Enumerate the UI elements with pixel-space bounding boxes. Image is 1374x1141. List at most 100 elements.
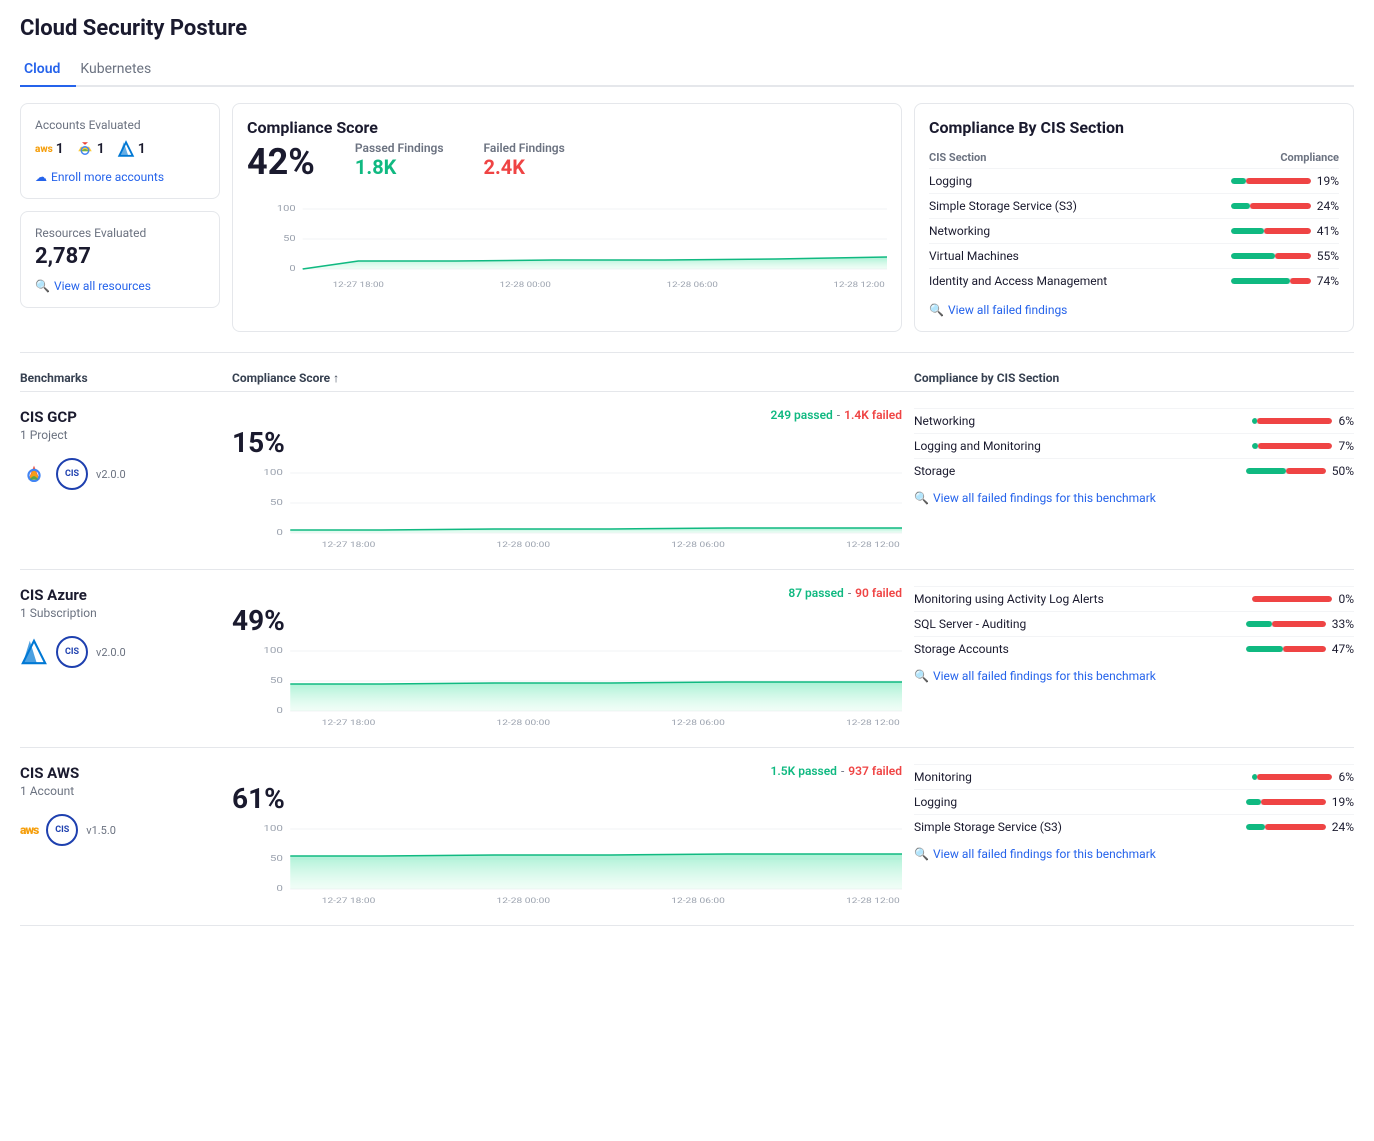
bench-progress-cell: 6% — [1151, 414, 1354, 428]
progress-red-fill — [1261, 799, 1326, 805]
bench-cis-percent: 7% — [1338, 439, 1354, 453]
resources-card: Resources Evaluated 2,787 🔍 View all res… — [20, 211, 220, 308]
accounts-row: aws 1 1 — [35, 140, 205, 158]
bench-cis-table: Monitoring using Activity Log Alerts 0% … — [914, 586, 1354, 661]
svg-text:12-28 06:00: 12-28 06:00 — [671, 719, 725, 727]
bench-view-icon: 🔍 — [914, 847, 929, 861]
bench-cis-row-name: SQL Server - Auditing — [914, 612, 1194, 637]
cis-progress-bar — [1231, 178, 1311, 184]
bench-view-link[interactable]: 🔍 View all failed findings for this benc… — [914, 847, 1354, 861]
svg-text:0: 0 — [289, 264, 295, 273]
tab-kubernetes[interactable]: Kubernetes — [76, 53, 167, 87]
bench-chart: 100 50 0 12-27 18:00 12-28 00:00 12-28 0… — [232, 641, 902, 731]
view-failed-icon: 🔍 — [929, 303, 944, 317]
cis-badge: CIS — [56, 636, 88, 668]
benchmark-row: CIS Azure 1 Subscription CIS v2.0.0 87 p… — [20, 570, 1354, 748]
cis-progress-cell: 19% — [1184, 174, 1339, 188]
cis-percent-label: 55% — [1317, 249, 1339, 263]
bench-progress-bar — [1246, 468, 1326, 474]
progress-green-fill — [1246, 468, 1286, 474]
progress-green-fill — [1246, 646, 1284, 652]
svg-text:100: 100 — [263, 825, 283, 834]
progress-red-fill — [1272, 621, 1326, 627]
svg-text:12-27 18:00: 12-27 18:00 — [322, 719, 376, 727]
bench-view-label: View all failed findings for this benchm… — [933, 669, 1156, 683]
bench-view-link[interactable]: 🔍 View all failed findings for this benc… — [914, 491, 1354, 505]
svg-text:0: 0 — [276, 707, 283, 716]
bench-passed: 87 passed — [788, 586, 843, 600]
bench-name: CIS Azure — [20, 586, 220, 604]
view-resources-label: View all resources — [54, 279, 151, 293]
bench-cis-row-name: Monitoring — [914, 765, 1168, 790]
bench-version: v2.0.0 — [96, 468, 126, 481]
bench-icons: CIS v2.0.0 — [20, 636, 220, 668]
enroll-link-label: Enroll more accounts — [51, 170, 164, 184]
bench-version: v2.0.0 — [96, 646, 126, 659]
accounts-card: Accounts Evaluated aws 1 — [20, 103, 220, 199]
svg-text:12-28 06:00: 12-28 06:00 — [667, 281, 718, 289]
gcp-count: 1 — [97, 141, 105, 157]
view-all-failed-link[interactable]: 🔍 View all failed findings — [929, 303, 1339, 317]
tab-cloud[interactable]: Cloud — [20, 53, 76, 87]
progress-green-fill — [1246, 799, 1261, 805]
view-failed-label: View all failed findings — [948, 303, 1067, 317]
table-row: Simple Storage Service (S3) 24% — [929, 194, 1339, 219]
resources-label: Resources Evaluated — [35, 226, 205, 240]
bench-cis-percent: 6% — [1338, 414, 1354, 428]
enroll-icon: ☁ — [35, 170, 47, 184]
top-cards-row: Accounts Evaluated aws 1 — [20, 103, 1354, 332]
view-all-resources-link[interactable]: 🔍 View all resources — [35, 279, 205, 293]
svg-text:12-28 12:00: 12-28 12:00 — [834, 281, 885, 289]
svg-text:50: 50 — [270, 499, 284, 508]
bench-progress-cell: 19% — [1168, 795, 1354, 809]
bench-view-link[interactable]: 🔍 View all failed findings for this benc… — [914, 669, 1354, 683]
progress-red-fill — [1257, 418, 1332, 424]
bench-icons: aws CIS v1.5.0 — [20, 814, 220, 846]
azure-icon — [117, 140, 135, 158]
cis-col-section: CIS Section — [929, 147, 1184, 169]
bench-middle: 249 passed - 1.4K failed 15% 100 — [232, 408, 902, 553]
svg-text:50: 50 — [283, 234, 296, 243]
cis-row-name: Simple Storage Service (S3) — [929, 194, 1184, 219]
cis-percent-label: 41% — [1317, 224, 1339, 238]
enroll-more-link[interactable]: ☁ Enroll more accounts — [35, 170, 205, 184]
svg-text:12-28 00:00: 12-28 00:00 — [497, 897, 551, 905]
bench-name: CIS AWS — [20, 764, 220, 782]
svg-text:0: 0 — [276, 529, 283, 538]
bench-cis-percent: 19% — [1332, 795, 1354, 809]
svg-text:12-28 12:00: 12-28 12:00 — [846, 541, 900, 549]
bench-cis-row-name: Storage Accounts — [914, 637, 1194, 662]
bench-progress-bar — [1246, 799, 1326, 805]
cs-percent: 42% — [247, 141, 315, 183]
page-title: Cloud Security Posture — [20, 16, 1354, 41]
bench-chart: 100 50 0 12-27 18:00 12-28 00:00 12-28 0… — [232, 463, 902, 553]
passed-findings: Passed Findings 1.8K — [355, 141, 444, 179]
resources-count: 2,787 — [35, 244, 205, 269]
progress-red-fill — [1257, 774, 1332, 780]
cis-progress-cell: 55% — [1184, 249, 1339, 263]
svg-text:0: 0 — [276, 885, 283, 894]
table-row: Networking 41% — [929, 219, 1339, 244]
aws-brand-icon: aws — [20, 823, 38, 837]
failed-findings: Failed Findings 2.4K — [484, 141, 565, 179]
cs-findings: Passed Findings 1.8K Failed Findings 2.4… — [355, 141, 565, 179]
bench-progress-bar — [1252, 774, 1332, 780]
failed-value: 2.4K — [484, 155, 565, 179]
bench-progress-cell: 6% — [1168, 770, 1354, 784]
bench-subtitle: 1 Account — [20, 784, 220, 798]
progress-green-fill — [1246, 824, 1265, 830]
view-resources-icon: 🔍 — [35, 279, 50, 293]
cis-section-card: Compliance By CIS Section CIS Section Co… — [914, 103, 1354, 332]
svg-text:12-27 18:00: 12-27 18:00 — [322, 541, 376, 549]
progress-green — [1231, 278, 1290, 284]
cis-percent-label: 19% — [1317, 174, 1339, 188]
accounts-title: Accounts Evaluated — [35, 118, 205, 132]
progress-red-fill — [1265, 824, 1326, 830]
cis-row-name: Identity and Access Management — [929, 269, 1184, 294]
bench-failed: 937 failed — [848, 764, 902, 778]
bench-cis-percent: 50% — [1332, 464, 1354, 478]
cis-percent-label: 74% — [1317, 274, 1339, 288]
bench-cis-section: Monitoring 6% Logging 19% — [914, 764, 1354, 861]
gcp-brand-icon — [20, 460, 48, 488]
cis-progress-cell: 24% — [1184, 199, 1339, 213]
